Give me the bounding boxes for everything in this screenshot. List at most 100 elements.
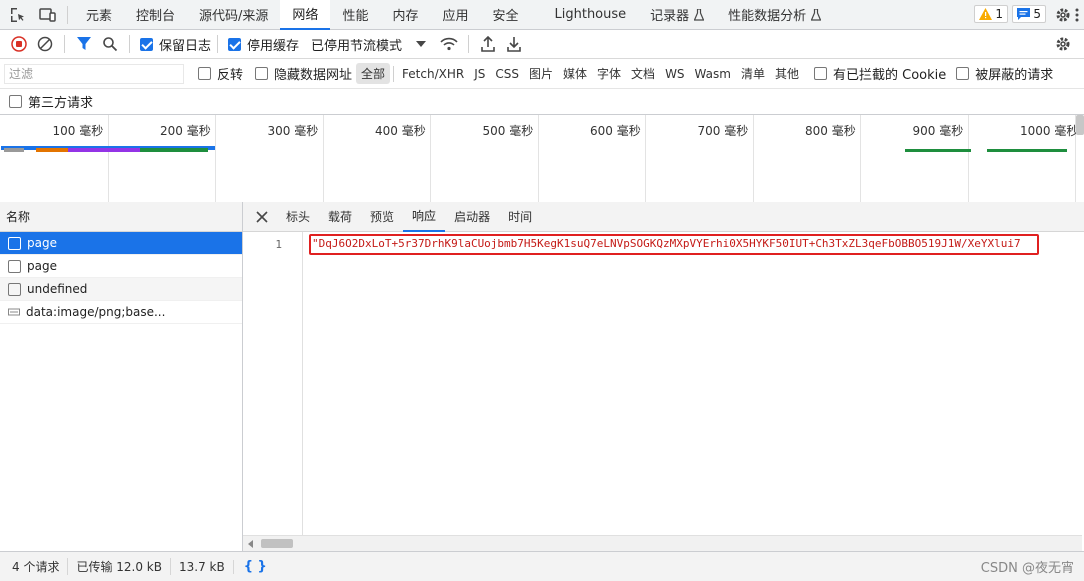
hide-data-urls-checkbox[interactable]: 隐藏数据网址 — [255, 64, 352, 83]
timeline-gridline — [860, 115, 861, 204]
throttling-value: 已停用节流模式 — [311, 38, 403, 54]
message-icon — [1017, 8, 1031, 20]
request-row[interactable]: undefined — [0, 278, 242, 301]
document-icon — [8, 282, 21, 296]
panel-tab[interactable]: Lighthouse — [543, 0, 639, 30]
checkbox-icon[interactable] — [956, 67, 970, 80]
document-icon — [8, 259, 21, 273]
detail-tab[interactable]: 载荷 — [319, 202, 361, 232]
resources-size: 13.7 kB — [171, 559, 234, 574]
line-number: 1 — [275, 238, 282, 251]
scrollbar-thumb[interactable] — [261, 539, 293, 548]
devtools-tabbar: 元素 控制台 源代码/来源 网络 性能 内存 应用 安全 Lighthouse 记录器 性能数据分析… — [0, 0, 1084, 30]
messages-count: 5 — [1033, 7, 1041, 21]
blocked-cookies-label: 有已拦截的 Cookie — [832, 68, 947, 83]
search-button[interactable] — [97, 31, 123, 57]
response-panel: 标头 载荷 预览 响应 启动器 时间 1 "DqJ6O2DxLoT+5r37DrhK9la… — [243, 202, 1084, 551]
blocked-cookies-checkbox[interactable]: 有已拦截的 Cookie — [813, 64, 947, 83]
detail-tab[interactable]: 预览 — [361, 202, 403, 232]
panel-tab[interactable]: 内存 — [380, 0, 430, 30]
document-icon — [8, 236, 21, 250]
pretty-print-button[interactable]: { } — [244, 559, 267, 574]
panel-tab[interactable]: 元素 — [74, 0, 124, 30]
response-string: "DqJ6O2DxLoT+5r37DrhK9laCUojbmb7H5KegK1s… — [312, 237, 1021, 250]
filter-type--[interactable]: 媒体 — [558, 63, 592, 84]
filter-input[interactable]: 过滤 — [4, 63, 184, 84]
blocked-requests-label: 被屏蔽的请求 — [975, 68, 1054, 83]
checkbox-icon[interactable] — [9, 95, 22, 108]
checkbox-checked-icon[interactable] — [140, 37, 153, 51]
checkbox-icon[interactable] — [198, 67, 211, 80]
import-har-button[interactable] — [475, 31, 501, 57]
third-party-row: 第三方请求 — [0, 89, 1084, 115]
timeline-tick-label: 1000 毫秒 — [1020, 124, 1079, 138]
panel-tab[interactable]: 网络 — [280, 0, 331, 30]
panel-tab[interactable]: 记录器 — [638, 0, 716, 30]
panel-tab[interactable]: 性能数据分析 — [716, 0, 833, 30]
timeline-gridline — [645, 115, 646, 204]
divider — [468, 35, 470, 53]
inspect-element-icon[interactable] — [9, 6, 27, 24]
checkbox-icon[interactable] — [813, 67, 827, 80]
third-party-checkbox[interactable]: 第三方请求 — [9, 92, 93, 111]
horizontal-scrollbar[interactable] — [243, 535, 1082, 551]
blocked-requests-checkbox[interactable]: 被屏蔽的请求 — [956, 64, 1053, 83]
detail-tab[interactable]: 响应 — [403, 202, 446, 232]
filter-placeholder: 过滤 — [9, 67, 34, 81]
filter-type--[interactable]: 图片 — [524, 63, 558, 84]
filter-type-ws[interactable]: WS — [660, 65, 689, 83]
filter-type-css[interactable]: CSS — [490, 65, 524, 83]
overview-scroll-handle[interactable] — [1076, 115, 1084, 135]
filter-type--[interactable]: 全部 — [356, 63, 391, 84]
preserve-log-checkbox[interactable]: 保留日志 — [140, 35, 211, 54]
filter-type-fetch-xhr[interactable]: Fetch/XHR — [397, 65, 469, 83]
warnings-badge[interactable]: 1 — [974, 5, 1008, 23]
divider — [217, 35, 219, 53]
invert-checkbox[interactable]: 反转 — [198, 64, 243, 83]
filter-toggle-button[interactable] — [71, 31, 97, 57]
filter-type--[interactable]: 其他 — [770, 63, 804, 84]
filter-type-wasm[interactable]: Wasm — [690, 65, 736, 83]
timeline-tick-label: 600 毫秒 — [590, 124, 641, 138]
export-har-button[interactable] — [501, 31, 527, 57]
request-count: 4 个请求 — [0, 558, 69, 575]
filter-type-js[interactable]: JS — [469, 65, 490, 83]
timeline-gridline — [430, 115, 431, 204]
messages-badge[interactable]: 5 — [1012, 5, 1046, 23]
experiment-flask-icon — [694, 8, 705, 21]
close-icon — [256, 210, 268, 223]
timeline-overview[interactable]: 100 毫秒 200 毫秒 300 毫秒 400 毫秒 500 毫秒 600 毫秒 700 … — [0, 115, 1084, 204]
clear-button[interactable] — [32, 31, 58, 57]
checkbox-checked-icon[interactable] — [228, 37, 242, 51]
detail-tab[interactable]: 启动器 — [445, 202, 499, 232]
panel-tab[interactable]: 应用 — [430, 0, 480, 30]
timeline-gridline — [967, 115, 969, 204]
filter-type--[interactable]: 文档 — [626, 63, 660, 84]
panel-tab[interactable]: 性能 — [330, 0, 380, 30]
image-resource-icon — [8, 308, 20, 316]
disable-cache-checkbox[interactable]: 停用缓存 — [228, 35, 299, 54]
network-conditions-button[interactable] — [436, 31, 462, 57]
more-options-icon[interactable] — [1068, 6, 1084, 24]
checkbox-icon[interactable] — [255, 67, 269, 80]
name-column-header[interactable]: 名称 — [0, 202, 242, 232]
disable-cache-label: 停用缓存 — [247, 38, 300, 54]
filter-type--[interactable]: 字体 — [592, 63, 626, 84]
device-toolbar-icon[interactable] — [39, 6, 57, 24]
panel-tab[interactable]: 源代码/来源 — [187, 0, 280, 30]
request-row[interactable]: data:image/png;base... — [0, 301, 242, 324]
timeline-gridline — [537, 115, 539, 204]
throttling-select[interactable]: 已停用节流模式 — [311, 35, 427, 54]
panel-tab[interactable]: 安全 — [480, 0, 530, 30]
filter-type--[interactable]: 清单 — [736, 63, 770, 84]
record-stop-button[interactable] — [6, 31, 32, 57]
response-code-line[interactable]: "DqJ6O2DxLoT+5r37DrhK9laCUojbmb7H5KegK1s… — [309, 234, 1084, 256]
request-row[interactable]: page — [0, 255, 242, 278]
detail-tab[interactable]: 时间 — [499, 202, 541, 232]
detail-tab[interactable]: 标头 — [277, 202, 319, 232]
request-row[interactable]: page — [0, 232, 242, 255]
timeline-tick-label: 700 毫秒 — [697, 124, 749, 138]
panel-tab[interactable]: 控制台 — [124, 0, 187, 30]
network-settings-button[interactable] — [1050, 31, 1076, 57]
close-detail-button[interactable] — [253, 208, 271, 226]
